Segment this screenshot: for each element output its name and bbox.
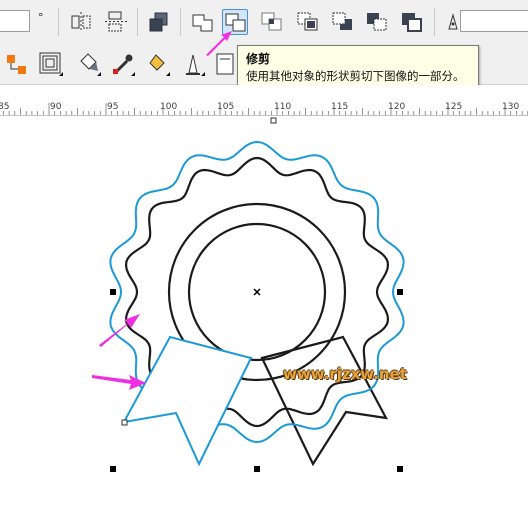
ruler-label: 105 xyxy=(217,102,235,112)
annotation-arrows xyxy=(92,314,146,390)
node-handle[interactable] xyxy=(121,419,128,426)
simplify-icon xyxy=(297,12,318,31)
eyedropper-tool-button[interactable] xyxy=(110,51,136,77)
selection-handles[interactable] xyxy=(110,117,403,472)
ruler-label: 125 xyxy=(445,102,463,112)
handle-left[interactable] xyxy=(110,289,116,295)
degree-symbol: ° xyxy=(38,11,44,24)
trim-tooltip: 修剪 使用其他对象的形状剪切下图像的一部分。 xyxy=(237,45,479,87)
combine-icon xyxy=(149,12,168,32)
back-minus-front-icon xyxy=(367,13,387,31)
handle-bottom-right[interactable] xyxy=(397,466,403,472)
handle-right[interactable] xyxy=(397,289,403,295)
tooltip-description: 使用其他对象的形状剪切下图像的一部分。 xyxy=(246,69,465,83)
interactive-fill-icon xyxy=(149,54,170,76)
ruler-label: 90 xyxy=(50,102,62,112)
intersect-icon xyxy=(261,12,282,31)
ruler-label: 85 xyxy=(0,102,10,112)
tooltip-arrow xyxy=(206,31,232,56)
ruler-label: 115 xyxy=(331,102,349,112)
pen-icon xyxy=(186,54,205,76)
connector-icon xyxy=(7,55,26,74)
toolbar-separator xyxy=(137,8,138,36)
fill-tool-button[interactable] xyxy=(76,51,102,77)
ruler-label: 110 xyxy=(274,102,292,112)
ruler-label: 120 xyxy=(388,102,406,112)
handle-bottom[interactable] xyxy=(254,466,260,472)
rotation-angle-field[interactable] xyxy=(0,10,30,32)
interactive-fill-button[interactable] xyxy=(145,51,171,77)
contour-icon xyxy=(39,52,63,76)
handle-bottom-left[interactable] xyxy=(110,466,116,472)
toolbar-separator xyxy=(180,8,181,36)
paint-bucket-icon xyxy=(80,53,101,76)
tooltip-title: 修剪 xyxy=(246,52,271,66)
outline-width-field[interactable] xyxy=(460,10,528,32)
mirror-vertical-button[interactable] xyxy=(103,9,129,35)
arrow-to-ribbon xyxy=(92,375,146,390)
eyedropper-icon xyxy=(113,54,135,76)
toolbar-separator xyxy=(434,8,435,36)
mirror-horizontal-button[interactable] xyxy=(68,9,94,35)
connector-tool-button[interactable] xyxy=(4,51,30,77)
property-bar: ° xyxy=(0,0,528,45)
ruler-label: 95 xyxy=(107,102,119,112)
mirror-horizontal-icon xyxy=(71,12,91,32)
boundary-button[interactable] xyxy=(399,9,425,35)
horizontal-ruler[interactable]: 85 90 95 100 105 110 115 120 125 130 xyxy=(0,85,528,116)
front-minus-back-icon xyxy=(332,12,352,30)
outline-tool-button[interactable] xyxy=(180,51,206,77)
back-minus-front-button[interactable] xyxy=(364,9,390,35)
front-minus-back-button[interactable] xyxy=(330,9,356,35)
simplify-button[interactable] xyxy=(295,9,321,35)
drawing-canvas[interactable]: www.rjzxw.net xyxy=(0,116,528,516)
handle-top[interactable] xyxy=(270,117,277,124)
center-cross-icon xyxy=(253,288,261,296)
left-ribbon[interactable] xyxy=(122,335,253,467)
artwork xyxy=(92,117,405,472)
boundary-icon xyxy=(402,13,422,32)
contour-tool-button[interactable] xyxy=(38,51,64,77)
watermark-text: www.rjzxw.net xyxy=(283,365,407,383)
ruler-label: 130 xyxy=(502,102,520,112)
ruler-label: 100 xyxy=(160,102,178,112)
toolbar-separator xyxy=(58,8,59,36)
combine-button[interactable] xyxy=(146,9,172,35)
intersect-button[interactable] xyxy=(259,9,285,35)
mirror-vertical-icon xyxy=(105,11,127,32)
